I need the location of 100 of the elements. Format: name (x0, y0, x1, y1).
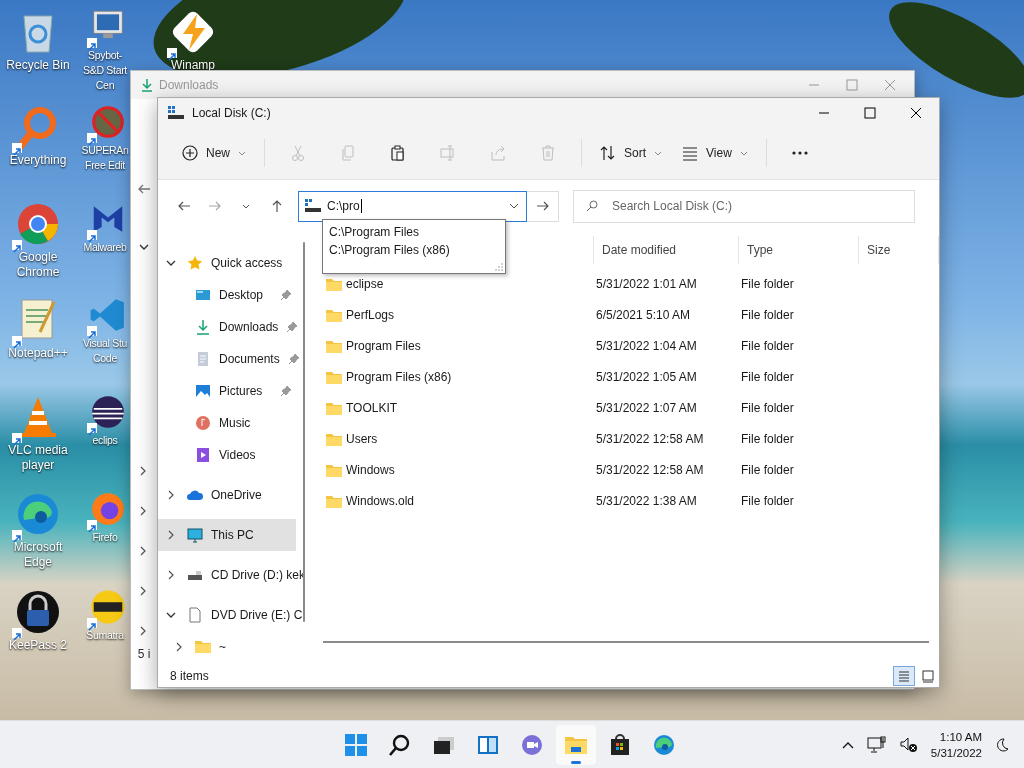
firefox-logo-icon[interactable] (89, 490, 127, 528)
video-icon (195, 447, 211, 463)
edge-logo-icon (652, 732, 676, 757)
document-icon (195, 351, 211, 367)
search-icon (586, 200, 598, 212)
suggestion-item[interactable]: C:\Program Files (329, 222, 499, 241)
caret-icon (238, 149, 246, 157)
file-name[interactable]: Program Files (x86) (346, 369, 596, 384)
scrollbar[interactable] (323, 641, 929, 643)
date-modified: 5/31/2022 12:58 AM (596, 462, 705, 477)
folder-icon (326, 276, 342, 291)
caret-icon (241, 202, 250, 210)
large-icons-view-icon (921, 669, 935, 683)
desktop-icon-label[interactable]: VLC media player (0, 443, 76, 473)
desktop-icon-label[interactable]: eclips (81, 433, 129, 448)
video-chat-icon (520, 732, 544, 757)
caret-icon (654, 149, 663, 157)
pin-icon[interactable] (287, 353, 300, 365)
moon-icon[interactable] (994, 736, 1010, 753)
nav-item[interactable]: DVD Drive (E:) C (158, 599, 306, 631)
file-type: File folder (741, 338, 795, 353)
nav-item[interactable]: This PC (158, 519, 296, 551)
file-type: File folder (741, 369, 795, 384)
nav-item[interactable]: ~ (166, 631, 306, 663)
date-modified: 5/31/2022 1:07 AM (596, 400, 698, 415)
file-type: File folder (741, 462, 795, 477)
column-header[interactable]: Date modified (602, 243, 677, 257)
eclipse-logo-icon[interactable] (89, 393, 127, 431)
blank-file-icon (187, 607, 203, 623)
date-modified: 5/31/2022 1:38 AM (596, 493, 698, 508)
date-modified: 5/31/2022 1:01 AM (596, 276, 698, 291)
folder-icon (326, 307, 342, 322)
toolbar-menu-button[interactable]: Sort (592, 136, 671, 170)
date-modified: 5/31/2022 1:05 AM (596, 369, 698, 384)
folder-icon (195, 639, 211, 655)
code-editor-icon[interactable] (89, 296, 127, 334)
item-count: 8 items (170, 669, 210, 683)
clock-time[interactable]: 1:10 AM (939, 728, 982, 745)
folder-icon (326, 462, 342, 477)
nav-item[interactable]: Videos (166, 439, 306, 471)
file-name[interactable]: eclipse (346, 276, 596, 291)
desktop-icon-label[interactable]: Winamp (171, 58, 215, 73)
file-type: File folder (741, 431, 795, 446)
close-icon[interactable] (884, 79, 896, 91)
column-header[interactable]: Size (867, 243, 891, 257)
folder-icon (326, 338, 342, 353)
scrollbar[interactable] (303, 242, 305, 622)
toolbar-menu-button[interactable]: View (674, 136, 756, 170)
search-icon (388, 732, 412, 757)
network-icon[interactable] (866, 735, 887, 754)
window-title: Local Disk (C:) (192, 105, 272, 120)
file-name[interactable]: TOOLKIT (346, 400, 596, 415)
file-name[interactable]: PerfLogs (346, 307, 596, 322)
padlock-icon[interactable] (14, 588, 62, 636)
desktop-icon-label[interactable]: Recycle Bin (6, 58, 70, 73)
file-name[interactable]: Program Files (346, 338, 596, 353)
right-arrow-icon (535, 200, 550, 212)
windows-logo-icon (344, 732, 368, 757)
clock-date[interactable]: 5/31/2022 (930, 744, 982, 761)
view-toggle-button[interactable] (893, 666, 915, 686)
close-icon (910, 106, 922, 119)
file-type: File folder (741, 276, 795, 291)
folder-icon (326, 369, 342, 384)
file-type: File folder (741, 493, 795, 508)
search-field[interactable]: Search Local Disk (C:) (573, 189, 915, 223)
desktop-folder-icon (195, 287, 211, 303)
nav-item[interactable]: Desktop (166, 279, 306, 311)
go-button[interactable] (527, 190, 559, 222)
nav-item[interactable]: Pictures (166, 375, 306, 407)
pin-icon[interactable] (286, 321, 299, 333)
nav-item[interactable]: Downloads (166, 311, 306, 343)
nav-item[interactable]: OneDrive (158, 479, 306, 511)
toolbar-menu-button[interactable]: New (174, 136, 254, 170)
column-header[interactable]: Type (747, 243, 773, 257)
download-icon (141, 78, 153, 92)
file-name[interactable]: Windows (346, 462, 596, 477)
file-name[interactable]: Users (346, 431, 596, 446)
date-modified: 5/31/2022 1:04 AM (596, 338, 698, 353)
drive-icon (168, 105, 184, 120)
file-type: File folder (741, 400, 795, 415)
desktop-icon-label[interactable]: Spybot-S&D Start Cen (81, 48, 129, 93)
folder-icon (326, 493, 342, 508)
pdf-reader-icon[interactable] (89, 588, 127, 626)
file-name[interactable]: Windows.old (346, 493, 596, 508)
resize-grip-icon (495, 262, 503, 271)
folder-icon (326, 431, 342, 446)
item-count: 5 i (137, 647, 151, 661)
picture-icon (195, 383, 211, 399)
volume-muted-icon[interactable] (898, 735, 919, 754)
music-note-icon (195, 415, 211, 431)
file-type: File folder (741, 307, 795, 322)
suggestion-item[interactable]: C:\Program Files (x86) (329, 240, 499, 259)
pin-icon[interactable] (280, 385, 292, 397)
caret-icon (739, 149, 748, 157)
drive-icon (305, 199, 321, 213)
back-arrow-icon[interactable] (137, 183, 151, 195)
nav-item[interactable]: Quick access (158, 247, 306, 279)
nav-item[interactable]: Music (166, 407, 306, 439)
nav-item[interactable]: Documents (166, 343, 306, 375)
pin-icon[interactable] (280, 289, 292, 301)
